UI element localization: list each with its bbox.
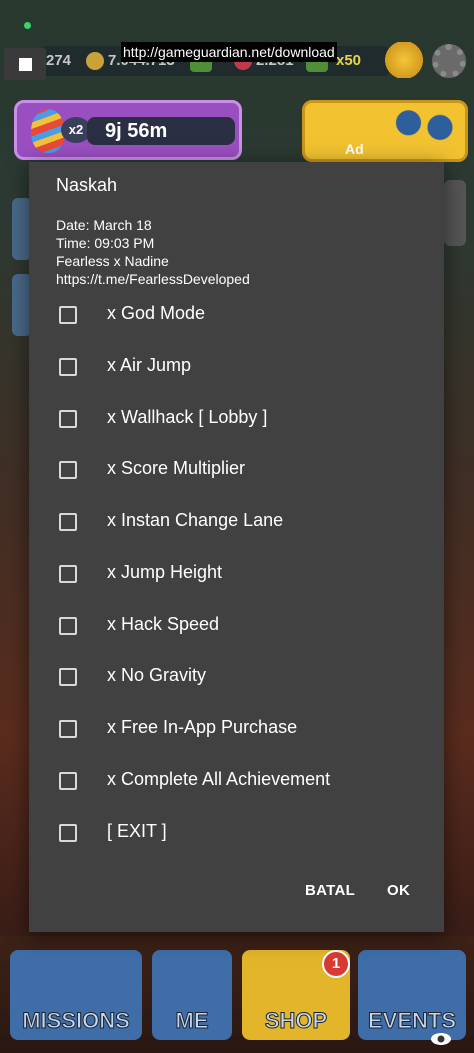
eye-icon[interactable]	[430, 1032, 452, 1046]
option-label: x Jump Height	[107, 562, 223, 582]
checkbox[interactable]	[59, 410, 77, 428]
checkbox[interactable]	[59, 513, 77, 531]
shop-label: SHOP	[264, 1008, 328, 1034]
option-jump-height[interactable]: x Jump Height	[29, 555, 444, 595]
option-score-multiplier[interactable]: x Score Multiplier	[29, 451, 444, 491]
info-link: https://t.me/FearlessDeveloped	[56, 271, 250, 287]
option-label: x Hack Speed	[107, 614, 220, 634]
ok-button[interactable]: OK	[387, 882, 410, 899]
score-multiplier: x50	[336, 52, 362, 69]
script-dialog: Naskah Date: March 18 Time: 09:03 PM Fea…	[29, 162, 444, 932]
checkbox[interactable]	[59, 824, 77, 842]
dialog-title: Naskah	[56, 175, 118, 195]
option-label: [ EXIT ]	[107, 821, 167, 841]
event-timer[interactable]: x2 9j 56m	[14, 100, 242, 160]
checkbox[interactable]	[59, 461, 77, 479]
option-label: x Wallhack [ Lobby ]	[107, 407, 268, 427]
option-free-iap[interactable]: x Free In-App Purchase	[29, 710, 444, 750]
info-date: Date: March 18	[56, 217, 152, 233]
side-card[interactable]	[444, 180, 466, 246]
info-time: Time: 09:03 PM	[56, 235, 155, 251]
checkbox[interactable]	[59, 358, 77, 376]
ad-reward-panel[interactable]: Ad	[302, 100, 468, 162]
checkbox[interactable]	[59, 617, 77, 635]
option-label: x Instan Change Lane	[107, 510, 284, 530]
option-change-lane[interactable]: x Instan Change Lane	[29, 503, 444, 543]
option-label: x Score Multiplier	[107, 458, 246, 478]
checkbox[interactable]	[59, 668, 77, 686]
checkbox[interactable]	[59, 565, 77, 583]
option-label: x God Mode	[107, 303, 206, 323]
gear-icon[interactable]	[432, 44, 466, 78]
missions-label: MISSIONS	[22, 1008, 131, 1034]
events-label: EVENTS	[367, 1008, 457, 1034]
option-label: x Free In-App Purchase	[107, 717, 298, 737]
cancel-button[interactable]: BATAL	[305, 882, 355, 899]
option-wallhack[interactable]: x Wallhack [ Lobby ]	[29, 400, 444, 440]
keys-icon	[391, 109, 461, 155]
egg-icon	[31, 109, 65, 153]
gameguardian-button[interactable]	[4, 48, 46, 80]
checkbox[interactable]	[59, 720, 77, 738]
status-indicator	[24, 22, 31, 29]
option-no-gravity[interactable]: x No Gravity	[29, 658, 444, 698]
option-air-jump[interactable]: x Air Jump	[29, 348, 444, 388]
info-credit: Fearless x Nadine	[56, 253, 169, 269]
ad-label: Ad	[345, 141, 364, 157]
shop-notification-badge: 1	[322, 950, 350, 978]
me-button[interactable]: ME	[152, 950, 232, 1040]
star-icon	[384, 42, 424, 78]
missions-button[interactable]: MISSIONS	[10, 950, 142, 1040]
events-button[interactable]: EVENTS	[358, 950, 466, 1040]
option-complete-achievements[interactable]: x Complete All Achievement	[29, 762, 444, 802]
option-hack-speed[interactable]: x Hack Speed	[29, 607, 444, 647]
checkbox[interactable]	[59, 306, 77, 324]
keys-count: 274	[46, 52, 72, 69]
overlay-url: http://gameguardian.net/download	[121, 42, 337, 62]
timer-value: 9j 56m	[87, 117, 235, 145]
option-label: x No Gravity	[107, 665, 207, 685]
option-god-mode[interactable]: x God Mode	[29, 296, 444, 336]
option-label: x Air Jump	[107, 355, 192, 375]
dialog-info: Date: March 18 Time: 09:03 PM Fearless x…	[56, 216, 250, 288]
checkbox[interactable]	[59, 772, 77, 790]
option-exit[interactable]: [ EXIT ]	[29, 814, 444, 854]
coin-icon	[86, 52, 104, 70]
me-label: ME	[175, 1008, 209, 1034]
option-label: x Complete All Achievement	[107, 769, 331, 789]
